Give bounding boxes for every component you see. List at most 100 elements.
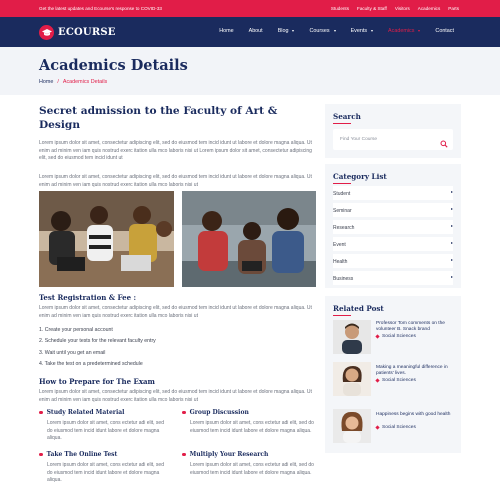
category-item-student[interactable]: Student	[333, 186, 453, 200]
related-post-tag[interactable]: Social Sciences	[375, 334, 416, 339]
related-post-title[interactable]: Making a meaningful difference in patien…	[376, 365, 456, 377]
bullet-dot-icon	[39, 452, 43, 457]
top-links: Students Faculty & Staff Visitors Academ…	[331, 6, 459, 11]
tag-icon	[375, 425, 380, 430]
category-label: Research	[333, 225, 355, 231]
category-label: Seminar	[333, 208, 352, 214]
tip-title-text: Group Discussion	[189, 409, 249, 416]
prepare-heading: How to Prepare for The Exam	[39, 377, 155, 386]
nav-courses-label: Courses	[309, 28, 330, 34]
category-label: Business	[333, 276, 354, 282]
step-item: 4. Take the test on a predetermined sche…	[39, 361, 143, 368]
breadcrumb-current: Academics Details	[62, 79, 108, 85]
tip-title-text: Multiply Your Research	[189, 451, 269, 458]
category-item-health[interactable]: Health	[333, 254, 453, 268]
category-label: Health	[333, 259, 348, 265]
breadcrumb-home[interactable]: Home	[39, 79, 53, 85]
bullet-dot-icon	[182, 452, 186, 457]
tag-label: Social Sciences	[382, 334, 416, 339]
tip-card: Study Related Material Lorem ipsum dolor…	[39, 409, 169, 443]
registration-text: Lorem ipsum dolor sit amet, consectetur …	[39, 305, 312, 319]
related-post-title[interactable]: Professor Tom comments on the volunteer …	[376, 321, 456, 333]
search-widget-title: Search	[333, 112, 361, 121]
breadcrumb-separator: /	[57, 79, 59, 85]
article: Secret admission to the Faculty of Art &…	[39, 104, 316, 188]
related-post-title[interactable]: Happiness begins with good health	[376, 412, 456, 418]
search-input[interactable]: Find Your Course	[333, 129, 453, 150]
covid-notice[interactable]: Get the latest updates and Ecourse's res…	[39, 6, 162, 11]
top-link-visitors[interactable]: Visitors	[395, 6, 410, 11]
chevron-right-icon	[451, 242, 453, 244]
chevron-down-icon	[371, 30, 374, 32]
tag-label: Social Sciences	[382, 425, 416, 430]
category-label: Student	[333, 191, 351, 197]
top-link-faculty-staff[interactable]: Faculty & Staff	[357, 6, 387, 11]
category-widget-title: Category List	[333, 172, 387, 181]
tag-icon	[375, 378, 380, 383]
tip-text: Lorem ipsum dolor sit amet, cons ectetur…	[190, 462, 314, 476]
top-link-academics[interactable]: Academics	[418, 6, 440, 11]
students-laptops-photo	[39, 191, 174, 287]
prepare-text: Lorem ipsum dolor sit amet, consectetur …	[39, 389, 312, 403]
related-post-widget: Related Post Professor Tom comments on t…	[325, 296, 461, 453]
search-widget: Search Find Your Course	[325, 104, 461, 158]
category-item-event[interactable]: Event	[333, 237, 453, 251]
tip-text: Lorem ipsum dolor sit amet, cons ectetur…	[47, 420, 164, 442]
students-group-photo	[182, 191, 316, 287]
step-item: 2. Schedule your tests for the relevant …	[39, 338, 156, 345]
nav-courses[interactable]: Courses	[309, 28, 336, 34]
tip-text: Lorem ipsum dolor sit amet, cons ectetur…	[190, 420, 314, 434]
breadcrumb: Home / Academics Details	[39, 79, 107, 85]
bullet-dot-icon	[182, 410, 186, 415]
bullet-dot-icon	[39, 410, 43, 415]
nav-academics[interactable]: Academics	[388, 28, 421, 34]
page-header: Academics Details Home / Academics Detai…	[0, 47, 500, 95]
chevron-down-icon	[292, 30, 295, 32]
nav-contact-label: Contact	[435, 28, 454, 34]
article-paragraph-1: Lorem ipsum dolor sit amet, consectetur …	[39, 140, 312, 162]
nav-menu: Home About Blog Courses Events Academics…	[219, 28, 454, 34]
top-bar: Get the latest updates and Ecourse's res…	[0, 0, 500, 17]
category-widget: Category List Student Seminar Research E…	[325, 164, 461, 288]
category-item-business[interactable]: Business	[333, 271, 453, 285]
category-item-seminar[interactable]: Seminar	[333, 203, 453, 217]
step-item: 3. Wait until you get an email	[39, 349, 106, 356]
nav-home[interactable]: Home	[219, 28, 233, 34]
tip-card: Take The Online Test Lorem ipsum dolor s…	[39, 451, 169, 485]
chevron-right-icon	[451, 259, 453, 261]
nav-academics-label: Academics	[388, 28, 415, 34]
graduation-cap-icon	[39, 25, 54, 40]
nav-blog-label: Blog	[277, 28, 289, 34]
nav-events[interactable]: Events	[351, 28, 374, 34]
tip-text: Lorem ipsum dolor sit amet, cons ectetur…	[47, 462, 164, 484]
chevron-right-icon	[451, 225, 453, 227]
nav-blog[interactable]: Blog	[278, 28, 295, 34]
related-post-tag[interactable]: Social Sciences	[375, 425, 416, 430]
top-link-parts[interactable]: Parts	[448, 6, 459, 11]
tip-title-text: Study Related Material	[46, 409, 125, 416]
related-post-thumbnail[interactable]	[333, 362, 371, 396]
tip-title: Group Discussion	[182, 409, 316, 416]
related-widget-title: Related Post	[333, 304, 384, 313]
search-placeholder: Find Your Course	[340, 137, 378, 142]
article-paragraph-2: Lorem ipsum dolor sit amet, consectetur …	[39, 174, 312, 188]
nav-home-label: Home	[219, 28, 234, 34]
category-label: Event	[333, 242, 346, 248]
related-post-thumbnail[interactable]	[333, 320, 371, 354]
related-post-tag[interactable]: Social Sciences	[375, 378, 416, 383]
chevron-right-icon	[451, 208, 453, 210]
chevron-down-icon	[333, 30, 336, 32]
related-post-thumbnail[interactable]	[333, 409, 371, 443]
search-icon[interactable]	[440, 135, 448, 153]
chevron-down-icon	[418, 30, 421, 32]
nav-about[interactable]: About	[249, 28, 263, 34]
registration-heading: Test Registration & Fee :	[39, 293, 137, 302]
tip-title-text: Take The Online Test	[46, 451, 118, 458]
site-logo[interactable]: ECOURSE	[39, 25, 116, 40]
top-link-students[interactable]: Students	[331, 6, 349, 11]
nav-contact[interactable]: Contact	[435, 28, 454, 34]
category-item-research[interactable]: Research	[333, 220, 453, 234]
tip-card: Multiply Your Research Lorem ipsum dolor…	[182, 451, 316, 477]
main-navbar: ECOURSE Home About Blog Courses Events A…	[0, 17, 500, 47]
tag-icon	[375, 334, 380, 339]
